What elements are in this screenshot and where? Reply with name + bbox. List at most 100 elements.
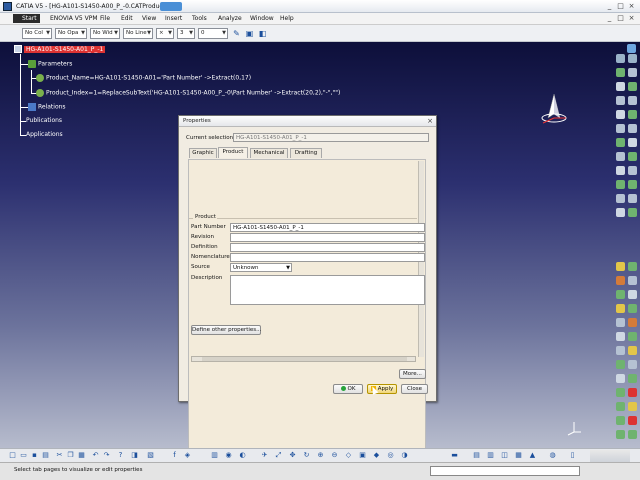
redo-icon[interactable]: ↷ [102, 451, 111, 460]
tool-icon[interactable] [616, 262, 625, 271]
tool-icon[interactable] [628, 332, 637, 341]
revision-field[interactable] [230, 233, 425, 242]
close-button[interactable]: Close [401, 384, 428, 394]
tool-icon[interactable] [628, 388, 637, 397]
tree-item-applications[interactable]: Applications [26, 131, 63, 138]
tree-item-parameters[interactable]: Parameters [28, 60, 72, 68]
tool-icon[interactable]: ▦ [514, 451, 523, 460]
print-icon[interactable]: ▤ [41, 451, 50, 460]
definition-field[interactable] [230, 243, 425, 252]
tool-icon[interactable] [628, 82, 637, 91]
paste-icon[interactable]: ▦ [77, 451, 86, 460]
color-select[interactable]: No Col ▼ [22, 28, 52, 39]
tool-icon[interactable] [616, 194, 625, 203]
point-symbol-select[interactable]: × ▼ [156, 28, 174, 39]
menu-edit[interactable]: Edit [121, 15, 133, 22]
tool-icon[interactable]: ▬ [450, 451, 459, 460]
normal-view-icon[interactable]: ◇ [344, 451, 353, 460]
tool-icon[interactable] [616, 360, 625, 369]
save-icon[interactable]: ▪ [30, 451, 39, 460]
menu-view[interactable]: View [142, 15, 156, 22]
tree-item-relations[interactable]: Relations [28, 103, 66, 111]
compass-icon[interactable] [538, 92, 570, 126]
line-type-select[interactable]: No Line ▼ [123, 28, 153, 39]
define-other-properties-button[interactable]: Define other properties... [191, 325, 261, 335]
menu-tools[interactable]: Tools [192, 15, 207, 22]
layer-select[interactable]: 3 ▼ [177, 28, 195, 39]
tool-icon[interactable]: ◍ [548, 451, 557, 460]
tool-icon[interactable] [616, 82, 625, 91]
tool-icon[interactable] [628, 374, 637, 383]
minimize-button[interactable]: _ [604, 2, 615, 11]
tool-icon[interactable]: ◈ [183, 451, 192, 460]
tab-mechanical[interactable]: Mechanical [250, 148, 288, 158]
layer-filter-icon[interactable]: ◧ [257, 28, 268, 39]
tool-icon[interactable] [616, 416, 625, 425]
tool-icon[interactable] [616, 54, 625, 63]
tool-icon[interactable] [628, 208, 637, 217]
tool-icon[interactable]: ▤ [472, 451, 481, 460]
tool-icon[interactable]: ◐ [238, 451, 247, 460]
tool-icon[interactable] [616, 332, 625, 341]
tool-icon[interactable] [616, 430, 625, 439]
undo-icon[interactable]: ↶ [91, 451, 100, 460]
part-number-field[interactable]: HG-A101-S1450-A01_P_-1 [230, 223, 425, 232]
tab-graphic[interactable]: Graphic [189, 148, 217, 158]
tool-icon[interactable] [628, 138, 637, 147]
tool-icon[interactable] [616, 346, 625, 355]
tool-icon[interactable] [616, 318, 625, 327]
tool-icon[interactable] [616, 124, 625, 133]
tool-icon[interactable] [616, 152, 625, 161]
tool-icon[interactable] [628, 262, 637, 271]
tool-icon[interactable] [628, 166, 637, 175]
painter-icon[interactable]: ✎ [231, 28, 242, 39]
menu-window[interactable]: Window [250, 15, 274, 22]
tool-icon[interactable] [616, 276, 625, 285]
menu-start[interactable]: Start [13, 14, 40, 23]
tree-item-product-index-param[interactable]: Product_Index=1=ReplaceSubText('HG-A101-… [36, 89, 340, 97]
zoom-in-icon[interactable]: ⊕ [316, 451, 325, 460]
tool-icon[interactable] [616, 290, 625, 299]
tool-icon[interactable] [628, 54, 637, 63]
scrollbar-thumb[interactable] [202, 357, 407, 361]
source-select[interactable]: Unknown ▼ [230, 263, 292, 272]
tool-icon[interactable] [628, 304, 637, 313]
tool-icon[interactable] [628, 180, 637, 189]
dialog-close-icon[interactable]: × [426, 117, 434, 125]
menu-enovia[interactable]: ENOVIA V5 VPM [50, 15, 98, 22]
description-field[interactable] [230, 275, 425, 305]
properties-icon[interactable]: ▣ [244, 28, 255, 39]
doc-maximize-button[interactable]: □ [615, 14, 626, 23]
tool-icon[interactable] [628, 68, 637, 77]
tool-icon[interactable] [616, 388, 625, 397]
tool-icon[interactable]: ▥ [486, 451, 495, 460]
tool-icon[interactable] [616, 374, 625, 383]
tool-icon[interactable] [628, 318, 637, 327]
tool-icon[interactable] [616, 68, 625, 77]
copy-icon[interactable]: ❐ [66, 451, 75, 460]
tool-icon[interactable]: ◨ [130, 451, 139, 460]
doc-close-button[interactable]: × [626, 14, 637, 23]
formula-icon[interactable]: f [170, 451, 179, 460]
horizontal-scrollbar[interactable] [191, 356, 416, 362]
tool-icon[interactable] [628, 194, 637, 203]
tool-icon[interactable] [616, 208, 625, 217]
menu-insert[interactable]: Insert [165, 15, 182, 22]
tool-icon[interactable] [628, 96, 637, 105]
ok-button[interactable]: OK [333, 384, 363, 394]
tool-icon[interactable]: ▯ [568, 451, 577, 460]
tool-icon[interactable]: ◫ [500, 451, 509, 460]
more-button[interactable]: More... [399, 369, 426, 379]
line-width-select[interactable]: No Wid ▼ [90, 28, 120, 39]
tool-icon[interactable] [616, 138, 625, 147]
fly-icon[interactable]: ✈ [260, 451, 269, 460]
opacity-select[interactable]: No Opa ▼ [55, 28, 87, 39]
tool-icon[interactable]: ▥ [210, 451, 219, 460]
tool-icon[interactable] [628, 124, 637, 133]
workbench-icon[interactable] [627, 44, 636, 53]
hide-show-icon[interactable]: ◎ [386, 451, 395, 460]
tool-icon[interactable] [628, 360, 637, 369]
rotate-icon[interactable]: ↻ [302, 451, 311, 460]
maximize-button[interactable]: □ [615, 2, 626, 11]
view-icon[interactable]: ▣ [358, 451, 367, 460]
